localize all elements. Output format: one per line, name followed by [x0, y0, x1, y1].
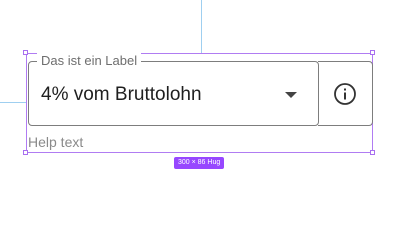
dropdown-arrow-icon[interactable]	[284, 91, 298, 99]
resize-handle-top-left[interactable]	[23, 50, 28, 55]
horizontal-guide-line	[0, 102, 26, 103]
resize-handle-top-right[interactable]	[370, 50, 375, 55]
vertical-guide-line	[201, 0, 202, 53]
resize-handle-bottom-left[interactable]	[23, 150, 28, 155]
resize-handle-bottom-right[interactable]	[370, 150, 375, 155]
size-badge: 300 × 86 Hug	[174, 157, 225, 169]
field-label: Das ist ein Label	[37, 53, 142, 69]
helper-text: Help text	[28, 134, 84, 150]
design-canvas: Das ist ein Label 4% vom Bruttolohn Help…	[0, 0, 400, 200]
info-icon[interactable]	[333, 82, 357, 106]
field-value[interactable]: 4% vom Bruttolohn	[41, 83, 202, 107]
